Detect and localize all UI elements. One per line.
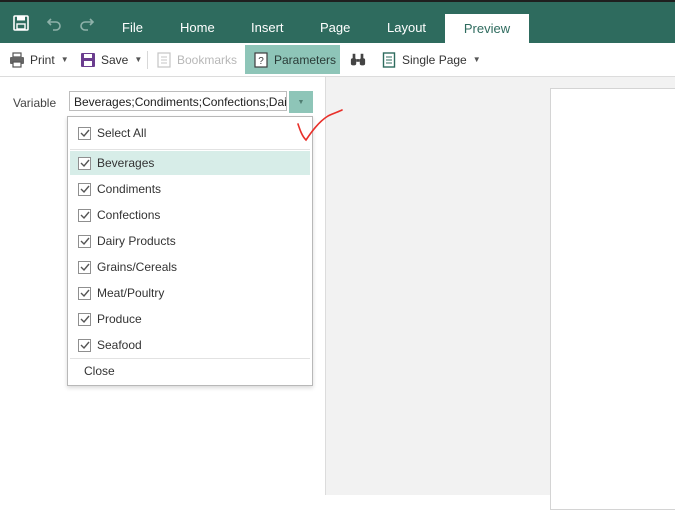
- bookmarks-button[interactable]: Bookmarks: [156, 45, 237, 74]
- list-item-beverages[interactable]: Beverages: [70, 151, 310, 175]
- checkbox-checked-icon[interactable]: [78, 182, 91, 196]
- save-label: Save: [101, 52, 129, 67]
- list-item-label: Seafood: [97, 338, 142, 352]
- report-page: [550, 88, 675, 510]
- print-label: Print: [30, 52, 55, 67]
- list-item-dairy-products[interactable]: Dairy Products: [70, 229, 310, 253]
- bookmark-icon: [156, 51, 172, 68]
- tab-insert[interactable]: Insert: [251, 14, 284, 42]
- toolbar-divider: [147, 51, 148, 69]
- checkbox-checked-icon[interactable]: [78, 126, 91, 140]
- single-page-label: Single Page: [402, 52, 467, 67]
- binoculars-icon: [350, 52, 366, 68]
- select-all-item[interactable]: Select All: [70, 121, 310, 145]
- checkbox-checked-icon[interactable]: [78, 234, 91, 248]
- chevron-down-icon: ▼: [134, 55, 143, 64]
- undo-icon[interactable]: [44, 13, 64, 33]
- checkbox-checked-icon[interactable]: [78, 312, 91, 326]
- chevron-down-icon: ▼: [60, 55, 69, 64]
- tab-home[interactable]: Home: [180, 14, 215, 42]
- ribbon-bar: File Home Insert Page Layout Preview: [0, 0, 675, 43]
- printer-icon: [9, 51, 25, 68]
- save-button[interactable]: Save ▼: [80, 45, 142, 74]
- variable-dropdown-list: Select All Beverages Condiments Confecti…: [67, 116, 313, 386]
- select-all-label: Select All: [97, 126, 147, 140]
- list-item-label: Dairy Products: [97, 234, 176, 248]
- tab-layout[interactable]: Layout: [387, 14, 426, 42]
- list-divider: [70, 149, 310, 150]
- list-item-seafood[interactable]: Seafood: [70, 333, 310, 357]
- parameters-label: Parameters: [274, 52, 337, 67]
- single-page-button[interactable]: Single Page ▼: [381, 45, 481, 74]
- parameters-icon: ?: [253, 51, 269, 68]
- save-quick-icon[interactable]: [11, 13, 31, 33]
- parameters-button[interactable]: ? Parameters: [245, 45, 340, 74]
- print-button[interactable]: Print ▼: [9, 45, 69, 74]
- tab-page[interactable]: Page: [320, 14, 350, 42]
- single-page-icon: [381, 51, 397, 68]
- preview-toolbar: Print ▼ Save ▼ Bookmarks ? Parameters Si…: [0, 43, 675, 77]
- variable-dropdown-button[interactable]: ▼: [289, 91, 313, 113]
- list-item-produce[interactable]: Produce: [70, 307, 310, 331]
- bookmarks-label: Bookmarks: [177, 52, 238, 67]
- variable-label: Variable: [13, 96, 57, 110]
- report-preview-area[interactable]: [326, 77, 675, 510]
- checkbox-checked-icon[interactable]: [78, 338, 91, 352]
- window-top-strip: [0, 0, 675, 2]
- list-item-label: Meat/Poultry: [97, 286, 165, 300]
- list-item-label: Condiments: [97, 182, 162, 196]
- list-item-label: Confections: [97, 208, 161, 222]
- find-button[interactable]: [350, 45, 371, 74]
- checkbox-checked-icon[interactable]: [78, 156, 91, 170]
- list-item-confections[interactable]: Confections: [70, 203, 310, 227]
- list-item-grains-cereals[interactable]: Grains/Cereals: [70, 255, 310, 279]
- list-item-label: Produce: [97, 312, 142, 326]
- checkbox-checked-icon[interactable]: [78, 286, 91, 300]
- svg-text:?: ?: [258, 56, 264, 67]
- chevron-down-icon: ▼: [297, 98, 305, 106]
- chevron-down-icon: ▼: [472, 55, 481, 64]
- checkbox-checked-icon[interactable]: [78, 260, 91, 274]
- variable-input[interactable]: Beverages;Condiments;Confections;Dairy P…: [69, 91, 287, 111]
- close-button[interactable]: Close: [84, 364, 115, 378]
- floppy-disk-icon: [80, 52, 96, 68]
- checkbox-checked-icon[interactable]: [78, 208, 91, 222]
- list-item-label: Beverages: [97, 156, 155, 170]
- tab-preview[interactable]: Preview: [445, 14, 529, 43]
- list-item-condiments[interactable]: Condiments: [70, 177, 310, 201]
- list-item-label: Grains/Cereals: [97, 260, 178, 274]
- tab-file[interactable]: File: [122, 14, 143, 42]
- list-divider: [70, 358, 310, 359]
- list-item-meat-poultry[interactable]: Meat/Poultry: [70, 281, 310, 305]
- redo-icon[interactable]: [77, 13, 97, 33]
